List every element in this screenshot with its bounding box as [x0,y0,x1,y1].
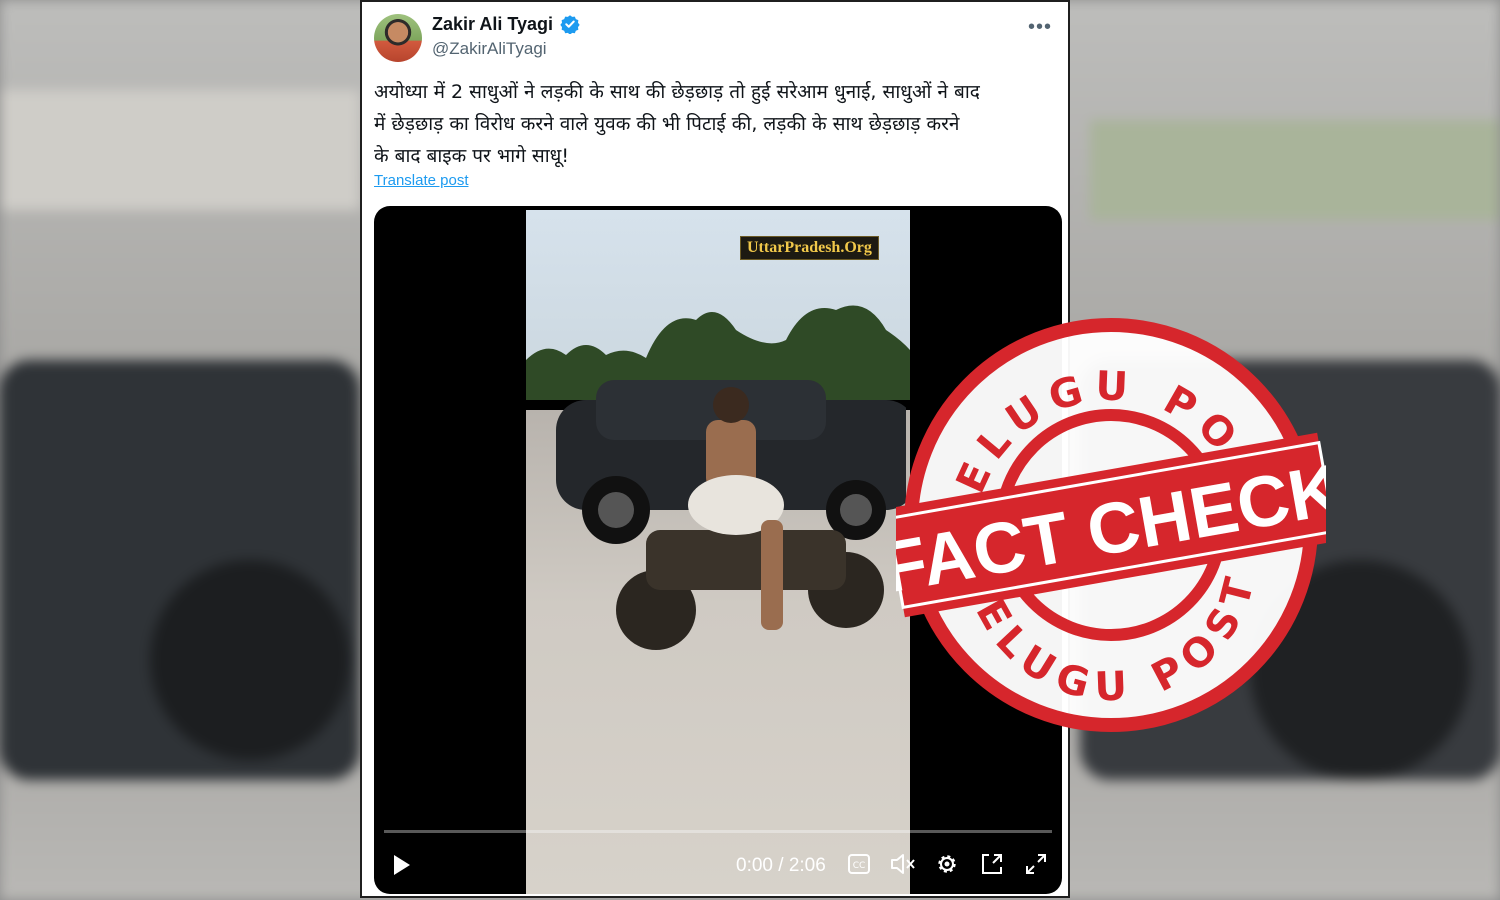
tweet-text: अयोध्या में 2 साधुओं ने लड़की के साथ की … [374,76,1058,172]
volume-muted-icon[interactable] [890,852,916,876]
fact-check-stamp: TELUGU POST TELUGU POST FACT CHECK [896,318,1326,732]
captions-icon[interactable]: CC [848,854,870,874]
video-watermark: UttarPradesh.Org [740,236,879,260]
video-time: 0:00 / 2:06 [736,855,826,876]
video-controls: 0:00 / 2:06 CC [374,842,1062,886]
popout-icon[interactable] [980,852,1004,876]
fullscreen-icon[interactable] [1024,852,1048,876]
play-icon[interactable] [392,854,412,876]
tweet-text-line: अयोध्या में 2 साधुओं ने लड़की के साथ की … [374,81,980,103]
avatar[interactable] [374,14,422,62]
tweet-header: Zakir Ali Tyagi @ZakirAliTyagi ••• [374,12,1060,64]
video-progress-bar[interactable] [384,830,1052,833]
translate-post-link[interactable]: Translate post [374,172,469,189]
video-scene [556,380,906,650]
tweet-text-line: के बाद बाइक पर भागे साधू! [374,145,569,167]
verified-badge-icon [560,15,580,34]
video-frame: UttarPradesh.Org [526,210,910,894]
more-horizontal-icon[interactable]: ••• [1028,16,1052,39]
tweet-text-line: में छेड़छाड़ का विरोध करने वाले युवक की … [374,113,960,135]
settings-gear-icon[interactable] [935,852,959,876]
svg-text:CC: CC [853,861,866,871]
author-handle[interactable]: @ZakirAliTyagi [432,39,547,59]
author-name[interactable]: Zakir Ali Tyagi [432,14,553,35]
